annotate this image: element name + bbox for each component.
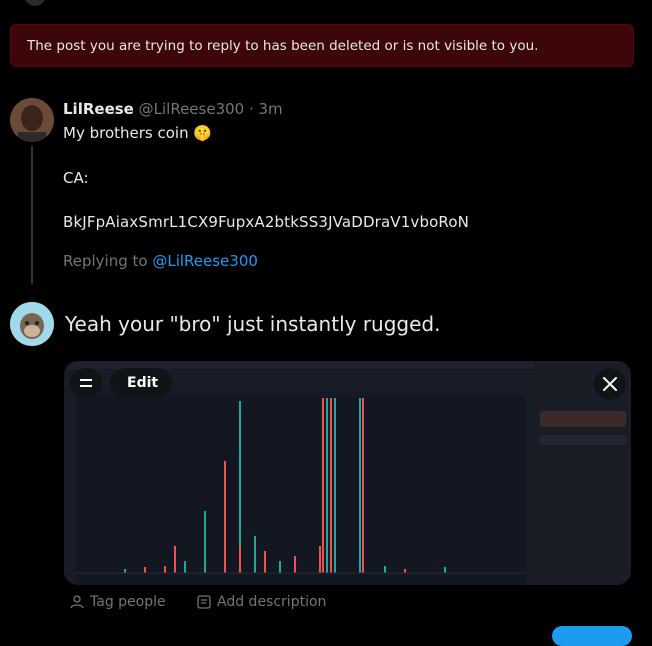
author-avatar-image xyxy=(10,98,54,142)
header-separator: · xyxy=(244,100,259,118)
chart-bar xyxy=(384,566,386,573)
chart-bar xyxy=(322,398,324,573)
chart-bar xyxy=(294,556,296,573)
thread-connector xyxy=(31,146,33,284)
tag-people-label: Tag people xyxy=(90,594,166,610)
chart-bar xyxy=(444,567,446,573)
chart-bar xyxy=(359,398,361,573)
chart-bar xyxy=(334,398,336,573)
chart-bar xyxy=(204,511,206,573)
ape-avatar-image xyxy=(10,302,54,346)
previous-avatar xyxy=(24,0,46,6)
replying-to: Replying to @LilReese300 xyxy=(63,252,258,270)
author-name[interactable]: LilReese xyxy=(63,100,134,118)
replying-mention[interactable]: @LilReese300 xyxy=(152,252,258,270)
chart-bar xyxy=(279,561,281,573)
replying-prefix: Replying to xyxy=(63,252,153,270)
tag-people-button[interactable]: Tag people xyxy=(70,594,166,610)
chart-bar xyxy=(319,546,321,573)
chart-bar xyxy=(362,398,364,573)
add-description-button[interactable]: Add description xyxy=(197,594,326,610)
remove-media-button[interactable] xyxy=(594,368,626,400)
compose-textarea[interactable]: Yeah your "bro" just instantly rugged. xyxy=(65,312,440,336)
tweet-header: LilReese @LilReese300 · 3m xyxy=(63,100,283,118)
chart-bar xyxy=(254,536,256,573)
tweet-text-line-2: CA: xyxy=(63,169,89,187)
chart-bar xyxy=(264,551,266,573)
media-menu-button[interactable] xyxy=(70,368,102,398)
user-avatar xyxy=(10,302,54,346)
chart-bar xyxy=(144,567,146,573)
contract-address: BkJFpAiaxSmrL1CX9FupxA2btkSS3JVaDDraV1vb… xyxy=(63,213,470,231)
reply-button[interactable] xyxy=(552,626,632,646)
author-avatar[interactable] xyxy=(10,98,54,142)
author-handle[interactable]: @LilReese300 xyxy=(139,100,245,118)
chart-bar xyxy=(124,569,126,573)
chart-bar xyxy=(404,569,406,573)
chart-bar xyxy=(164,566,166,573)
deleted-post-alert: The post you are trying to reply to has … xyxy=(10,24,634,67)
chart-bar xyxy=(174,546,176,573)
chart-bar xyxy=(224,461,226,573)
edit-label: Edit xyxy=(127,375,159,391)
edit-media-button[interactable]: Edit xyxy=(110,368,172,398)
person-icon xyxy=(70,595,84,609)
close-icon xyxy=(603,377,617,391)
add-description-label: Add description xyxy=(217,594,327,610)
alert-text: The post you are trying to reply to has … xyxy=(27,38,539,54)
tweet-text-line-1: My brothers coin 🤫 xyxy=(63,124,213,142)
chart-bar xyxy=(184,561,186,573)
hamburger-icon xyxy=(80,379,92,387)
chart-bar xyxy=(326,398,328,573)
chart-bar xyxy=(330,398,332,573)
description-icon xyxy=(197,595,211,609)
tweet-time[interactable]: 3m xyxy=(259,100,283,118)
chart-bar xyxy=(239,546,241,573)
